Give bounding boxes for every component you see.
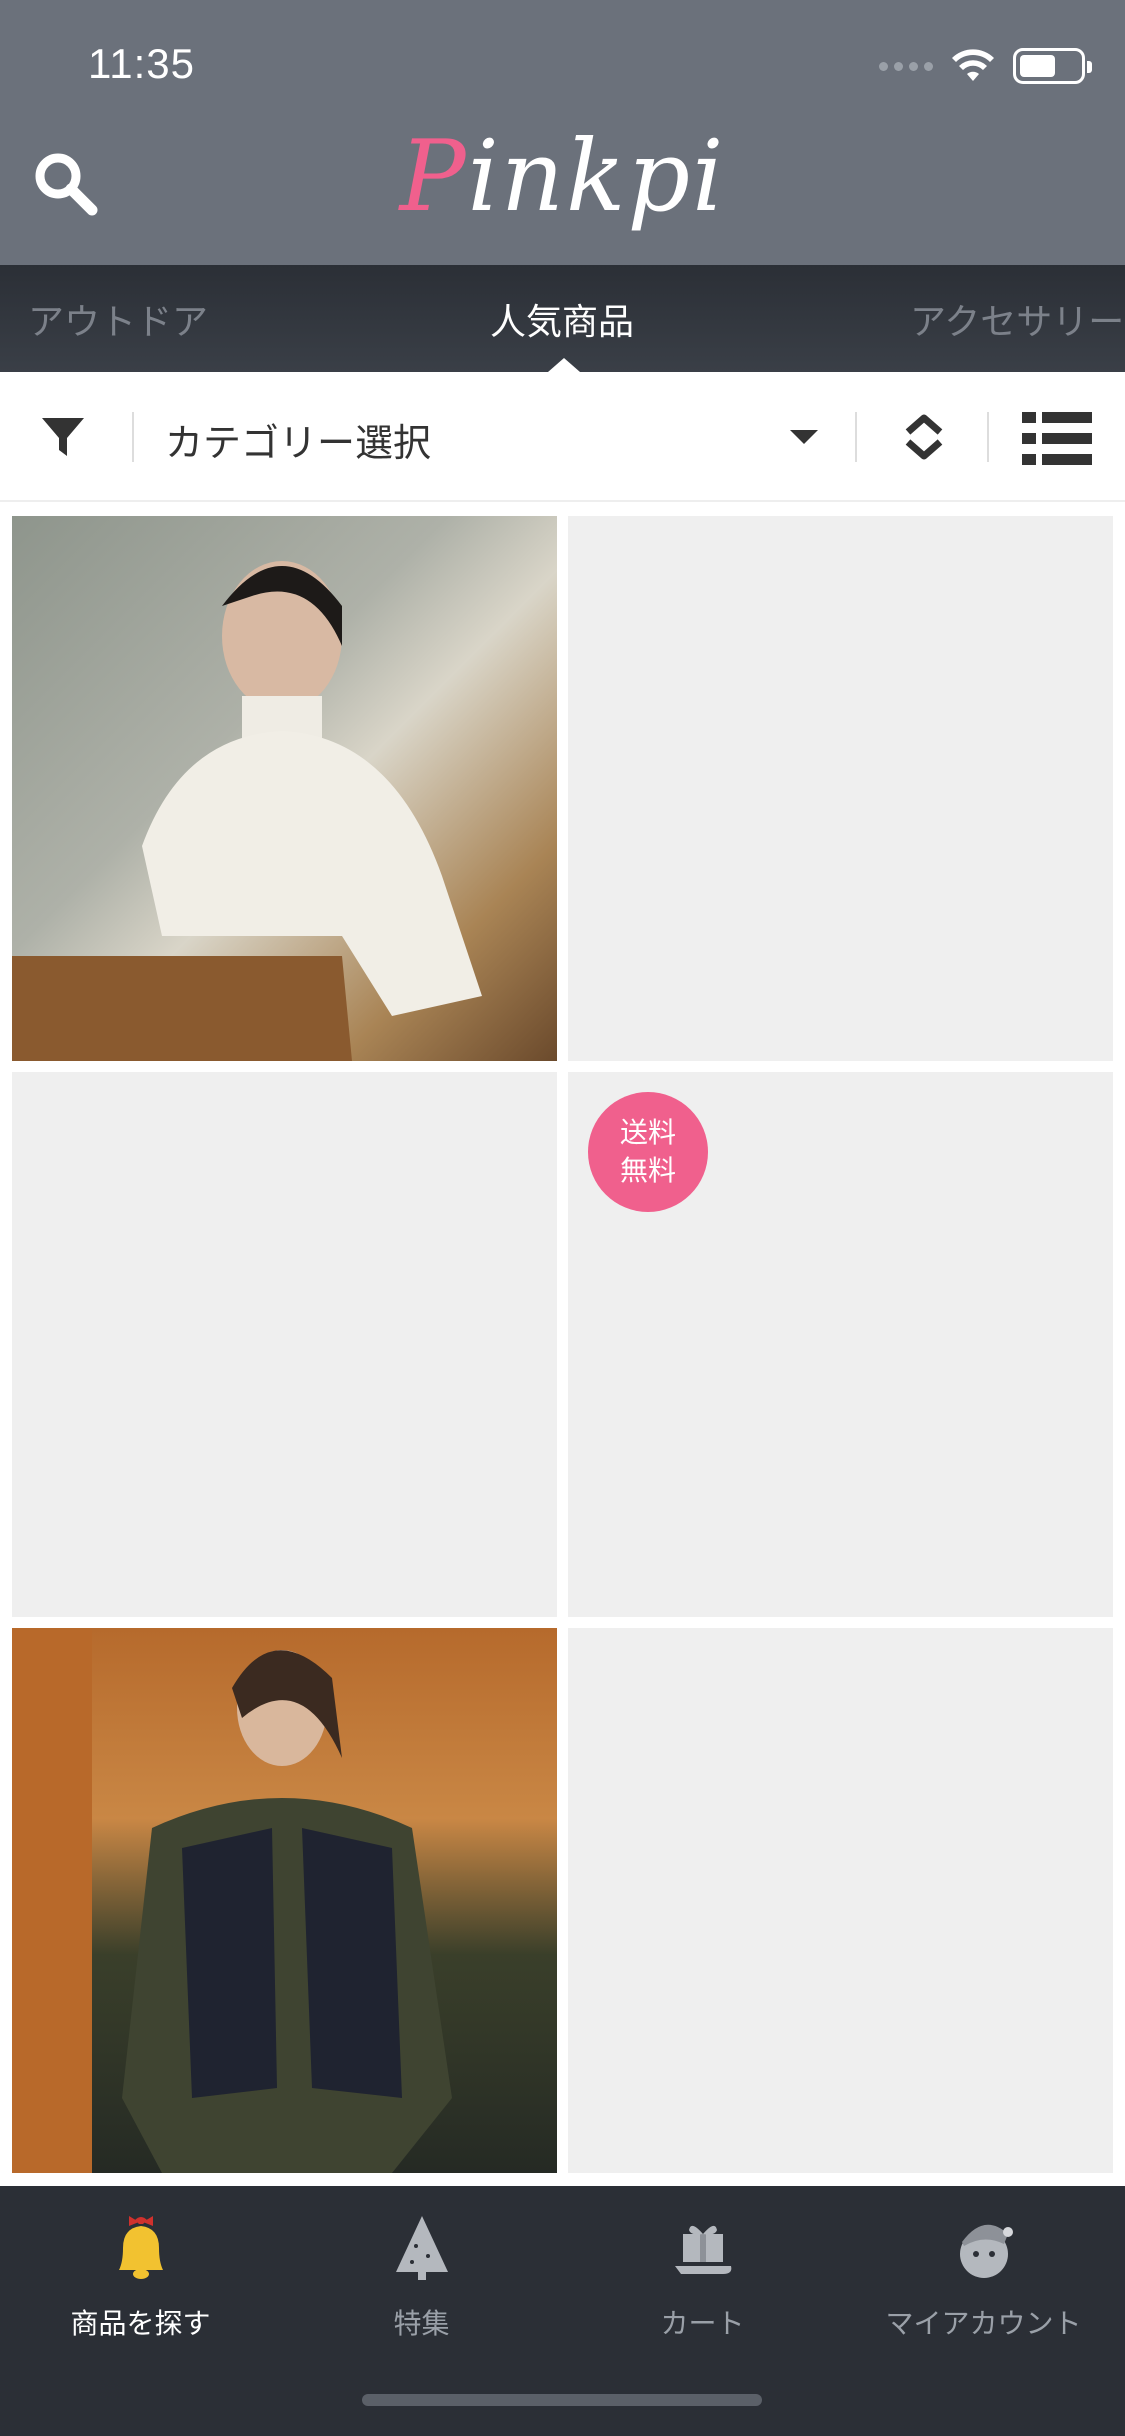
chevron-down-icon[interactable] bbox=[790, 430, 818, 444]
filter-icon[interactable] bbox=[40, 414, 86, 460]
divider bbox=[132, 412, 134, 462]
tab-accessories[interactable]: アクセサリー bbox=[910, 293, 1124, 345]
nav-item-features[interactable]: 特集 bbox=[281, 2212, 562, 2342]
list-view-icon[interactable] bbox=[1022, 412, 1092, 466]
badge-text-line2: 無料 bbox=[619, 1154, 676, 1187]
tree-icon bbox=[395, 2216, 448, 2280]
product-card[interactable] bbox=[568, 516, 1113, 1061]
sort-icon[interactable] bbox=[900, 412, 948, 462]
active-tab-indicator bbox=[548, 358, 580, 372]
product-card[interactable] bbox=[568, 1628, 1113, 2173]
product-image bbox=[12, 1628, 452, 2173]
nav-item-cart[interactable]: カート bbox=[562, 2212, 843, 2342]
tab-outdoor[interactable]: アウトドア bbox=[28, 293, 208, 345]
gift-cart-icon bbox=[674, 2225, 731, 2274]
product-image bbox=[12, 561, 482, 1061]
product-card[interactable] bbox=[12, 1072, 557, 1617]
bell-icon bbox=[118, 2216, 163, 2279]
app-logo[interactable]: Pinkpi bbox=[0, 120, 1125, 234]
divider bbox=[855, 412, 857, 462]
badge-text-line1: 送料 bbox=[619, 1116, 676, 1149]
nav-label: 特集 bbox=[393, 2307, 450, 2340]
product-card[interactable] bbox=[12, 516, 557, 1061]
snowman-icon bbox=[959, 2224, 1013, 2278]
nav-item-search-products[interactable]: 商品を探す bbox=[0, 2212, 281, 2342]
signal-icon bbox=[879, 61, 933, 71]
home-indicator bbox=[362, 2394, 762, 2406]
category-tabs: アウトドア 人気商品 アクセサリー bbox=[0, 265, 1125, 372]
nav-label: カート bbox=[660, 2307, 745, 2340]
filter-bar: カテゴリー選択 bbox=[0, 372, 1125, 502]
tab-popular[interactable]: 人気商品 bbox=[490, 293, 634, 345]
app-header: 11:35 Pinkpi bbox=[0, 0, 1125, 265]
divider bbox=[987, 412, 989, 462]
nav-label: マイアカウント bbox=[885, 2307, 1082, 2340]
wifi-icon bbox=[952, 49, 994, 81]
status-indicators bbox=[879, 48, 1092, 84]
product-card[interactable] bbox=[12, 1628, 557, 2173]
free-shipping-badge: 送料 無料 bbox=[588, 1092, 708, 1212]
nav-item-my-account[interactable]: マイアカウント bbox=[843, 2212, 1124, 2342]
category-select[interactable]: カテゴリー選択 bbox=[165, 412, 431, 467]
product-card[interactable]: 送料 無料 bbox=[568, 1072, 1113, 1617]
battery-icon bbox=[1013, 48, 1092, 84]
status-time: 11:35 bbox=[88, 40, 195, 87]
nav-label: 商品を探す bbox=[70, 2307, 211, 2340]
